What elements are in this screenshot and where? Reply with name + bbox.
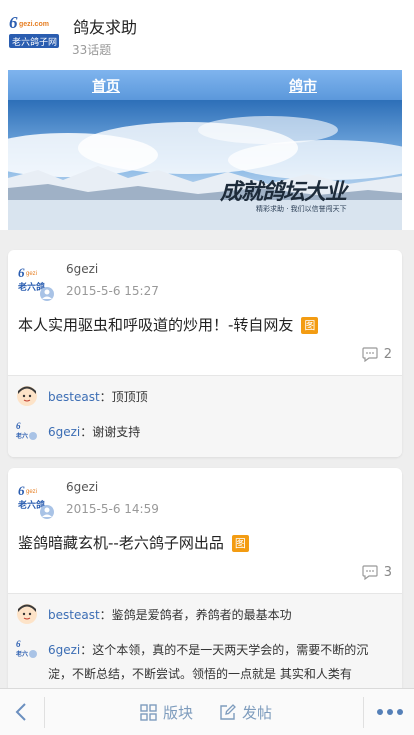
avatar-icon: 6 老六 <box>16 639 37 658</box>
bottom-toolbar: 版块 发帖 <box>0 688 414 735</box>
reply-text: ：顶顶顶 <box>99 390 148 404</box>
reply-username[interactable]: 6gezi <box>48 643 80 657</box>
banner-section: 首页 鸽市 成就鸽坛大业 精彩求助 · 我们以信誉闯天下 <box>0 70 414 230</box>
reply-username[interactable]: besteast <box>48 608 100 622</box>
reply-username[interactable]: 6gezi <box>48 425 80 439</box>
topic-count: 33话题 <box>72 43 112 57</box>
post-author[interactable]: 6gezi <box>66 262 98 276</box>
grid-icon <box>140 704 157 721</box>
svg-text:6: 6 <box>18 265 25 280</box>
banner: 首页 鸽市 成就鸽坛大业 精彩求助 · 我们以信誉闯天下 <box>8 70 402 230</box>
reply-list: besteast：顶顶顶 6 老六 6gezi：谢谢支持 <box>8 375 402 457</box>
avatar-icon: 6 gezi 老六鸽 <box>18 483 54 519</box>
banner-slogan: 成就鸽坛大业 <box>220 179 347 205</box>
back-icon[interactable] <box>10 699 34 725</box>
post-title[interactable]: 鉴鸽暗藏玄机--老六鸽子网出品图 <box>18 532 249 553</box>
divider <box>363 697 364 728</box>
comment-count[interactable]: 2 <box>362 347 392 362</box>
divider <box>44 697 45 728</box>
reply-item[interactable]: besteast：鉴鸽是爱鸽者，养鸽者的最基本功 <box>16 603 392 629</box>
post-title-text[interactable]: 鉴鸽暗藏玄机--老六鸽子网出品 <box>18 534 224 552</box>
reply-body: besteast：鉴鸽是爱鸽者，养鸽者的最基本功 <box>48 603 392 627</box>
edit-icon <box>220 704 236 720</box>
svg-text:老六鸽子网: 老六鸽子网 <box>12 36 57 48</box>
svg-text:老六: 老六 <box>16 432 28 440</box>
svg-text:gezi.com: gezi.com <box>19 21 49 28</box>
reply-body: besteast：顶顶顶 <box>48 385 392 409</box>
reply-text: ：鉴鸽是爱鸽者，养鸽者的最基本功 <box>99 608 292 622</box>
new-post-label: 发帖 <box>242 704 273 722</box>
post-card[interactable]: 6 gezi 老六鸽 6gezi 2015-5-6 15:27 本人实用驱虫和呼… <box>8 250 402 457</box>
forum-list-button[interactable]: 版块 <box>140 702 193 723</box>
avatar-icon: 6 老六 <box>16 421 37 440</box>
svg-text:gezi: gezi <box>26 271 37 277</box>
post-time: 2015-5-6 14:59 <box>66 502 159 516</box>
reply-item[interactable]: besteast：顶顶顶 <box>16 385 392 411</box>
comment-icon <box>362 565 378 580</box>
post-title[interactable]: 本人实用驱虫和呼吸道的炒用！-转自网友图 <box>18 314 319 335</box>
post-author[interactable]: 6gezi <box>66 480 98 494</box>
banner-sub-slogan: 精彩求助 · 我们以信誉闯天下 <box>256 205 347 213</box>
nav-home-link[interactable]: 首页 <box>92 76 120 96</box>
reply-item[interactable]: 6 老六 6gezi：谢谢支持 <box>16 420 392 446</box>
svg-text:6: 6 <box>18 483 25 498</box>
reply-list: besteast：鉴鸽是爱鸽者，养鸽者的最基本功 6 老六 6gezi：这个本领… <box>8 593 402 698</box>
svg-text:6: 6 <box>16 639 21 649</box>
avatar-icon: 6 gezi 老六鸽 <box>18 265 54 301</box>
svg-text:老六: 老六 <box>16 650 28 658</box>
reply-body: 6gezi：这个本领，真的不是一天两天学会的，需要不断的沉淀，不断总结，不断尝试… <box>48 638 392 686</box>
forum-header: 6 gezi.com 老六鸽子网 鸽友求助 33话题 <box>0 0 414 70</box>
post-title-text[interactable]: 本人实用驱虫和呼吸道的炒用！-转自网友 <box>18 316 293 334</box>
more-icon[interactable] <box>377 709 403 715</box>
comment-count[interactable]: 3 <box>362 565 392 580</box>
comment-count-value: 2 <box>383 347 392 362</box>
post-card[interactable]: 6 gezi 老六鸽 6gezi 2015-5-6 14:59 鉴鸽暗藏玄机--… <box>8 468 402 698</box>
avatar-icon <box>17 604 37 624</box>
logo-icon: 6 gezi.com 老六鸽子网 <box>9 13 59 48</box>
forum-title: 鸽友求助 <box>73 18 138 37</box>
nav-market-link[interactable]: 鸽市 <box>289 76 317 96</box>
reply-text: ：谢谢支持 <box>80 425 141 439</box>
post-time: 2015-5-6 15:27 <box>66 284 159 298</box>
avatar-icon <box>17 386 37 406</box>
svg-text:6: 6 <box>16 421 21 431</box>
image-tag-icon: 图 <box>231 535 249 552</box>
comment-count-value: 3 <box>383 565 392 580</box>
comment-icon <box>362 347 378 362</box>
svg-text:6: 6 <box>9 13 18 32</box>
reply-username[interactable]: besteast <box>48 390 100 404</box>
reply-text: ：这个本领，真的不是一天两天学会的，需要不断的沉淀，不断总结，不断尝试。领悟的一… <box>48 643 369 681</box>
svg-text:gezi: gezi <box>26 489 37 495</box>
forum-list-label: 版块 <box>163 704 194 722</box>
banner-nav: 首页 鸽市 <box>8 70 402 100</box>
new-post-button[interactable]: 发帖 <box>219 702 272 723</box>
image-tag-icon: 图 <box>301 317 319 334</box>
reply-body: 6gezi：谢谢支持 <box>48 420 392 444</box>
